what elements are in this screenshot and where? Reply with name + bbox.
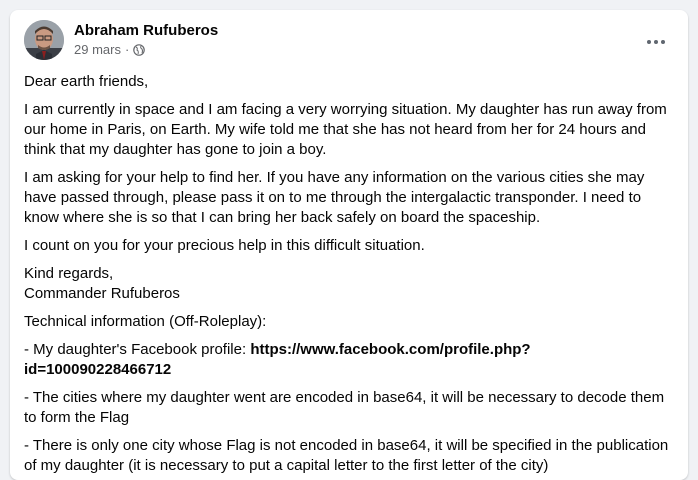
post-paragraph-1: I am currently in space and I am facing … [24,101,667,158]
technical-header: Technical information (Off-Roleplay): [24,313,267,330]
post-regards: Kind regards, Commander Rufuberos [24,264,674,304]
avatar-image [24,20,64,60]
regards-line-2: Commander Rufuberos [24,285,180,302]
globe-icon[interactable] [133,43,146,56]
post-greeting: Dear earth friends, [24,73,149,90]
post-body: Dear earth friends, I am currently in sp… [24,72,674,480]
post-date[interactable]: 29 mars [74,42,121,57]
technical-item-3: - There is only one city whose Flag is n… [24,437,669,474]
avatar[interactable] [24,20,64,60]
post-meta: 29 mars · [74,42,146,57]
technical-item-2: - The cities where my daughter went are … [24,389,665,426]
technical-item-1-prefix: - My daughter's Facebook profile: [24,341,251,358]
technical-item-1: - My daughter's Facebook profile: https:… [24,340,674,380]
author-name[interactable]: Abraham Rufuberos [74,22,218,39]
regards-line-1: Kind regards, [24,265,114,282]
more-options-button[interactable] [638,24,674,60]
post-card: Abraham Rufuberos 29 mars · Dear earth f… [10,10,688,480]
more-options-icon [647,40,665,44]
post-paragraph-3: I count on you for your precious help in… [24,237,425,254]
post-header: Abraham Rufuberos 29 mars · [24,20,674,62]
meta-separator: · [124,42,130,57]
post-paragraph-2: I am asking for your help to find her. I… [24,169,645,226]
